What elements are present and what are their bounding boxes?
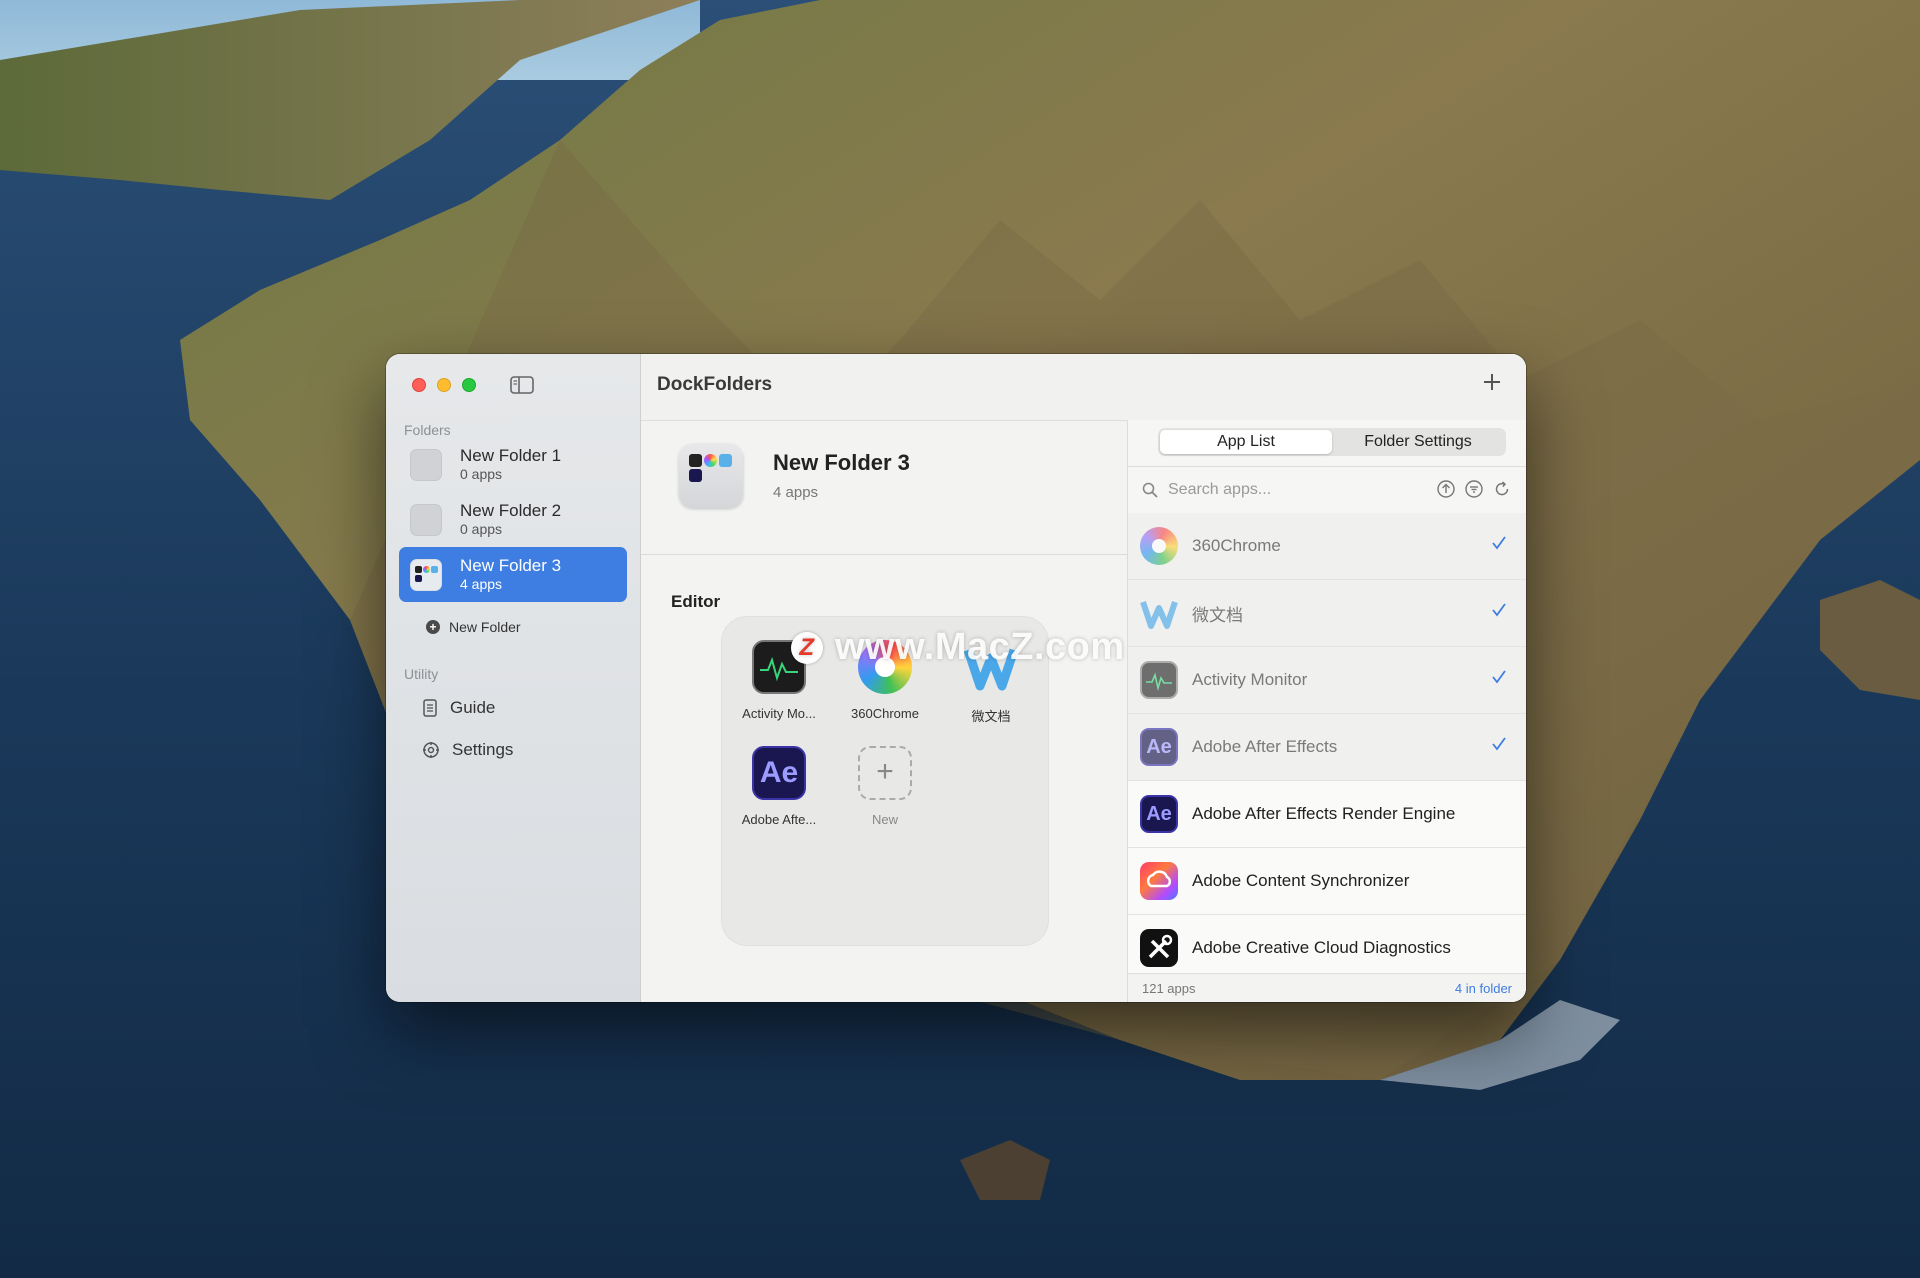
sidebar-toggle-icon[interactable] [510,375,534,395]
folder-thumbnail [410,503,442,536]
checkmark-icon [1492,536,1506,550]
app-row-adobe-content-synchronizer[interactable]: Adobe Content Synchronizer [1128,848,1526,915]
search-bar [1128,466,1526,514]
add-slot-icon: + [858,746,912,800]
adobe-creative-cloud-icon [1140,862,1178,900]
app-row-360chrome[interactable]: 360Chrome [1128,513,1526,580]
close-button[interactable] [412,378,426,392]
folder-detail-pane: New Folder 3 4 apps Editor Activity Mo..… [641,420,1127,1002]
app-row-adobe-after-effects-render-engine[interactable]: Ae Adobe After Effects Render Engine [1128,781,1526,848]
checkmark-icon [1492,670,1506,684]
refresh-icon[interactable] [1492,479,1512,499]
tab-app-list[interactable]: App List [1160,430,1332,454]
app-name: 微文档 [1192,605,1243,625]
watermark-logo: Z [791,631,823,664]
folder-title: New Folder 3 [773,450,910,475]
search-input[interactable] [1166,477,1440,503]
app-title: DockFolders [657,374,773,395]
plus-circle-icon: + [426,620,440,634]
editor-new-label: New [871,812,898,827]
app-row-adobe-after-effects[interactable]: Ae Adobe After Effects [1128,714,1526,781]
app-name: Activity Monitor [1192,670,1308,689]
diagnostics-tools-icon [1140,929,1178,967]
folder-name: New Folder 2 [460,501,562,520]
folder-preview-icon [679,444,743,508]
adobe-after-effects-icon: Ae [1140,728,1178,766]
editor-new-slot[interactable]: + New [835,746,935,827]
sidebar-item-guide[interactable]: Guide [422,698,495,718]
window-controls [412,378,476,392]
checkmark-icon [1492,737,1506,751]
app-name: Adobe After Effects [1192,737,1338,756]
folder-header: New Folder 3 4 apps [641,420,1127,555]
sidebar-item-new-folder-1[interactable]: New Folder 1 0 apps [399,437,627,492]
sidebar-item-new-folder-2[interactable]: New Folder 2 0 apps [399,492,627,547]
tab-folder-settings[interactable]: Folder Settings [1332,430,1504,454]
editor-label: Editor [671,592,721,611]
document-icon [423,699,437,717]
minimize-button[interactable] [437,378,451,392]
folder-count: 4 apps [460,576,503,592]
adobe-after-effects-icon: Ae [1140,795,1178,833]
in-folder-count: 4 in folder [1454,981,1512,996]
app-list-pane: App List Folder Settings Search apps... … [1127,420,1526,1002]
folder-name: New Folder 3 [460,556,562,575]
upload-icon[interactable] [1436,479,1456,499]
dockfolders-window: Folders New Folder 1 0 apps New Folder 2… [386,354,1526,1002]
folder-count: 0 apps [460,466,503,482]
sidebar-item-settings[interactable]: Settings [422,740,513,760]
sidebar: Folders New Folder 1 0 apps New Folder 2… [386,354,641,1002]
wei-wendang-icon [1140,594,1178,632]
editor-app-label: 360Chrome [851,706,919,721]
app-row-wei-wendang[interactable]: 微文档 [1128,580,1526,647]
checkmark-icon [1492,603,1506,617]
new-folder-button[interactable]: + New Folder [426,619,521,635]
editor-app-adobe-after-effects[interactable]: Ae Adobe Afte... [729,746,829,827]
view-segmented-control: App List Folder Settings [1158,428,1506,456]
list-tools [1436,479,1512,499]
editor-app-label: Adobe Afte... [741,812,817,827]
add-icon[interactable] [1480,370,1504,394]
adobe-after-effects-icon: Ae [752,746,806,800]
utility-section-label: Utility [404,666,439,682]
filter-icon[interactable] [1464,479,1484,499]
app-name: Adobe Content Synchronizer [1192,871,1410,890]
activity-monitor-icon [1140,661,1178,699]
editor-app-label: 微文档 [971,709,1011,724]
folders-section-label: Folders [404,422,451,438]
search-icon [1142,482,1158,498]
zoom-button[interactable] [462,378,476,392]
sidebar-item-label: Guide [450,698,496,717]
app-list: 360Chrome 微文档 Activity Monitor Ae Adobe … [1128,513,1526,982]
main-content: DockFolders New Folder 3 4 apps Editor A… [641,354,1526,1002]
app-name: 360Chrome [1192,536,1281,555]
watermark-text: www.MacZ.com [835,626,1125,668]
folder-thumbnail [410,448,442,481]
app-row-activity-monitor[interactable]: Activity Monitor [1128,647,1526,714]
sidebar-item-new-folder-3[interactable]: New Folder 3 4 apps [399,547,627,602]
gear-icon [423,742,439,758]
new-folder-label: New Folder [449,619,521,635]
folder-name: New Folder 1 [460,446,562,465]
app-row-adobe-creative-cloud-diagnostics[interactable]: Adobe Creative Cloud Diagnostics [1128,915,1526,982]
folder-subtitle: 4 apps [773,484,819,501]
app-name: Adobe After Effects Render Engine [1192,804,1456,823]
360chrome-icon [1140,527,1178,565]
titlebar: DockFolders [641,354,1526,421]
app-total-count: 121 apps [1142,981,1196,996]
editor-app-label: Activity Mo... [742,706,816,721]
status-bar: 121 apps 4 in folder [1128,973,1526,1002]
folder-thumbnail [410,558,442,591]
folder-count: 0 apps [460,521,503,537]
app-name: Adobe Creative Cloud Diagnostics [1192,938,1451,957]
sidebar-item-label: Settings [452,740,514,759]
watermark: Z www.MacZ.com [791,626,1125,669]
